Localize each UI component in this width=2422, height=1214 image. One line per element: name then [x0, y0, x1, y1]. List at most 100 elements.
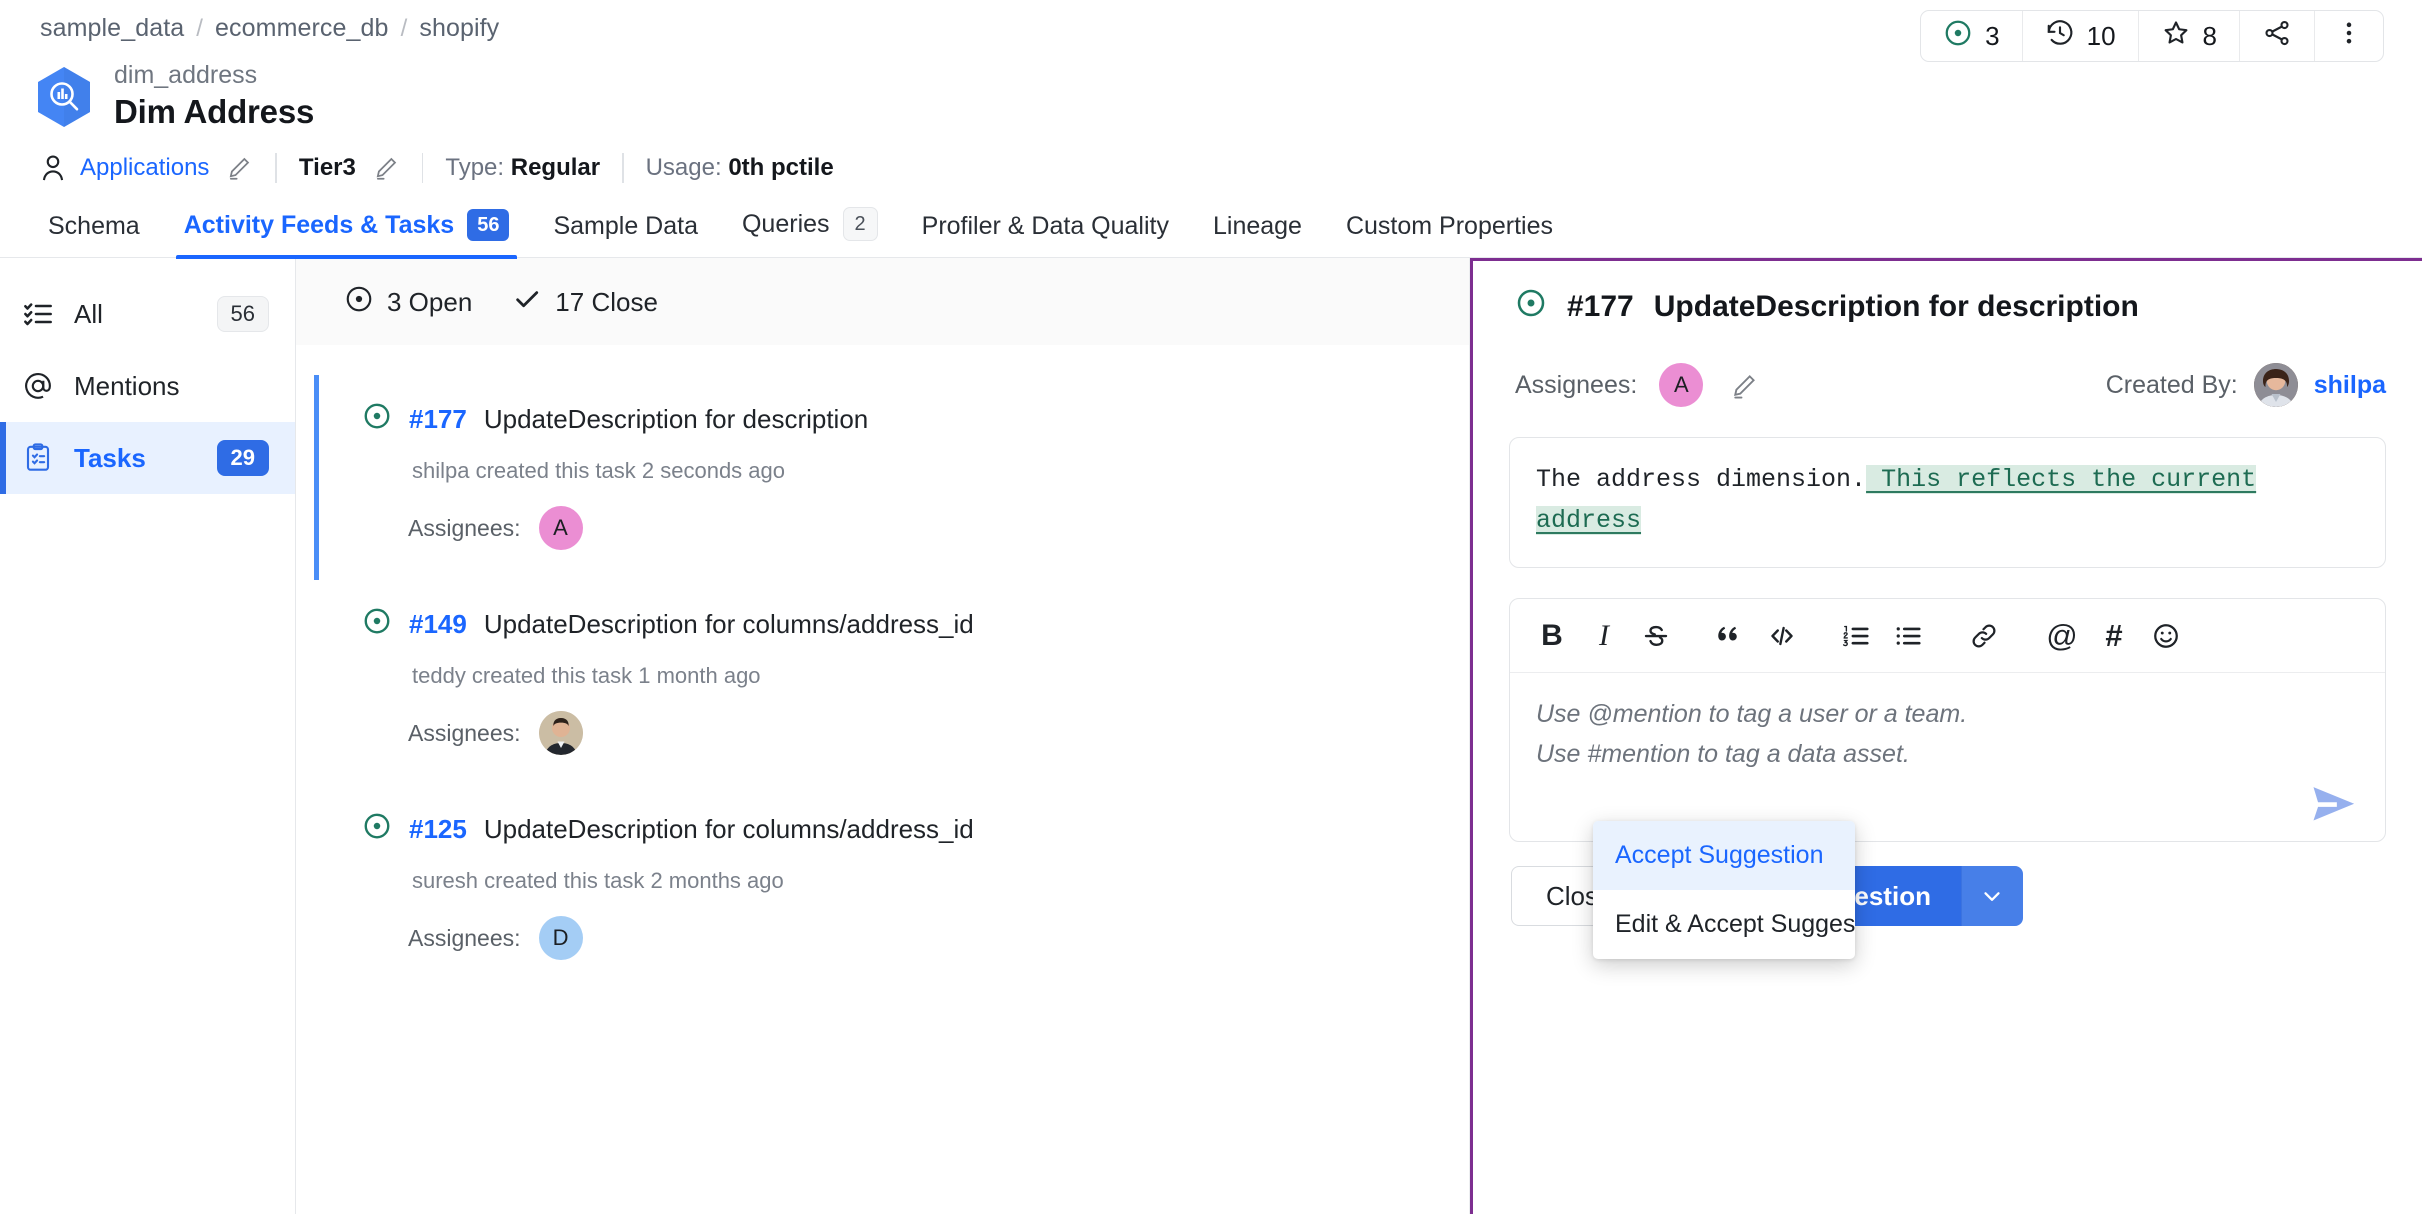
entity-fqn: dim_address [114, 61, 258, 89]
stars-count: 8 [2202, 20, 2217, 51]
mention-at-icon[interactable]: @ [2036, 610, 2088, 662]
avatar[interactable] [2253, 363, 2298, 408]
pencil-icon[interactable] [372, 154, 400, 182]
sidebar-item-tasks[interactable]: Tasks 29 [0, 422, 295, 495]
at-sign-icon [22, 370, 54, 402]
share-icon [2262, 18, 2292, 55]
open-task-icon [362, 606, 392, 643]
link-icon[interactable] [1958, 610, 2010, 662]
comment-editor: B I @ # Use @mention to tag a user or a … [1509, 598, 2386, 843]
divider [622, 153, 624, 184]
filter-close[interactable]: 17 Close [512, 284, 658, 321]
tab-queries[interactable]: Queries 2 [720, 207, 900, 257]
main-body: All 56 Mentions Tasks 29 3 Open 17 Close… [0, 258, 2422, 1214]
tab-sample-data[interactable]: Sample Data [531, 212, 720, 257]
tab-custom-properties[interactable]: Custom Properties [1324, 212, 1575, 257]
task-row[interactable]: #149 UpdateDescription for columns/addre… [296, 580, 1469, 785]
history-clock-icon [2045, 18, 2075, 55]
breadcrumb-separator: / [196, 14, 204, 42]
target-icon [344, 284, 374, 321]
task-list: #177 UpdateDescription for description s… [296, 345, 1469, 1214]
breadcrumb-item-0[interactable]: sample_data [40, 14, 184, 43]
task-title: UpdateDescription for description [483, 404, 869, 435]
filter-open[interactable]: 3 Open [344, 284, 472, 321]
task-row[interactable]: #125 UpdateDescription for columns/addre… [296, 785, 1469, 990]
tab-schema[interactable]: Schema [26, 212, 162, 257]
owner-link[interactable]: Applications [80, 154, 209, 182]
votes-button[interactable]: 3 [1921, 11, 2023, 61]
avatar[interactable]: D [538, 916, 583, 961]
stars-button[interactable]: 8 [2139, 11, 2240, 61]
clipboard-tasks-icon [22, 442, 54, 474]
italic-icon[interactable]: I [1578, 610, 1630, 662]
open-task-icon [362, 401, 392, 438]
task-id[interactable]: #177 [409, 404, 467, 435]
breadcrumb-item-1[interactable]: ecommerce_db [215, 14, 389, 43]
history-count: 10 [2086, 20, 2116, 51]
task-id[interactable]: #149 [409, 609, 467, 640]
checklist-icon [22, 298, 54, 330]
assignees-label: Assignees: [408, 514, 521, 541]
sidebar-item-count: 56 [216, 296, 269, 333]
tab-activity-feeds-and-tasks[interactable]: Activity Feeds & Tasks 56 [162, 209, 532, 259]
accept-suggestion-dropdown-menu: Accept Suggestion Edit & Accept Suggesti… [1593, 821, 1855, 960]
task-assignees: Assignees: A [362, 484, 1429, 551]
send-paper-plane-icon[interactable] [2311, 785, 2357, 823]
task-title-row: #125 UpdateDescription for columns/addre… [362, 811, 1429, 848]
assignees-label: Assignees: [1515, 370, 1638, 399]
tab-lineage[interactable]: Lineage [1191, 212, 1324, 257]
open-task-icon [362, 811, 392, 848]
avatar[interactable] [538, 711, 583, 756]
top-actions-group: 3 10 8 [1920, 10, 2384, 62]
menu-item-accept-suggestion[interactable]: Accept Suggestion [1593, 821, 1855, 891]
blockquote-icon[interactable] [1704, 610, 1756, 662]
avatar[interactable]: A [1659, 363, 1704, 408]
task-row[interactable]: #177 UpdateDescription for description s… [296, 375, 1469, 581]
ordered-list-icon[interactable] [1830, 610, 1882, 662]
description-existing: The address dimension. [1536, 465, 1867, 495]
strikethrough-icon[interactable] [1630, 610, 1682, 662]
code-block-icon[interactable] [1756, 610, 1808, 662]
top-bar: sample_data / ecommerce_db / shopify 3 1… [0, 0, 2422, 62]
chevron-down-icon[interactable] [1960, 866, 2023, 927]
created-by-user[interactable]: shilpa [2314, 371, 2386, 400]
votes-count: 3 [1985, 20, 2000, 51]
tier-value: Tier3 [298, 154, 356, 182]
activity-sidebar: All 56 Mentions Tasks 29 [0, 258, 296, 1214]
breadcrumb-item-2[interactable]: shopify [419, 14, 499, 43]
editor-placeholder-line1: Use @mention to tag a user or a team. [1536, 700, 1968, 729]
task-filters: 3 Open 17 Close [296, 258, 1469, 346]
pencil-icon[interactable] [225, 154, 253, 182]
task-id[interactable]: #125 [409, 814, 467, 845]
history-button[interactable]: 10 [2023, 11, 2139, 61]
menu-item-edit-and-accept-suggestion[interactable]: Edit & Accept Suggestion [1593, 890, 1855, 959]
pencil-icon[interactable] [1729, 371, 1757, 399]
kebab-menu-icon [2335, 19, 2363, 54]
comment-input-area[interactable]: Use @mention to tag a user or a team. Us… [1510, 673, 2385, 841]
tab-profiler-and-data-quality[interactable]: Profiler & Data Quality [900, 212, 1191, 257]
sidebar-item-label: Mentions [74, 370, 180, 401]
emoji-icon[interactable] [2140, 610, 2192, 662]
task-detail-panel: #177 UpdateDescription for description A… [1470, 258, 2422, 1214]
sidebar-item-mentions[interactable]: Mentions [0, 350, 295, 422]
task-meta: shilpa created this task 2 seconds ago [412, 458, 786, 484]
filter-close-label: 17 Close [555, 287, 658, 318]
created-by-label: Created By: [2105, 370, 2238, 399]
editor-placeholder-line2: Use #mention to tag a data asset. [1536, 739, 1910, 768]
user-icon [36, 151, 70, 185]
divider [421, 153, 424, 184]
sidebar-item-label: Tasks [74, 442, 146, 473]
bullet-list-icon[interactable] [1882, 610, 1934, 662]
bold-icon[interactable]: B [1526, 610, 1578, 662]
tab-bar: Schema Activity Feeds & Tasks 56 Sample … [0, 185, 2422, 259]
entity-meta-row: Applications Tier3 Type: Regular Usage: … [0, 133, 2422, 185]
task-assignees: Assignees: [362, 689, 1429, 756]
more-options-button[interactable] [2315, 11, 2383, 61]
sidebar-item-all[interactable]: All 56 [0, 278, 295, 350]
share-button[interactable] [2240, 11, 2315, 61]
task-title: UpdateDescription for columns/address_id [483, 609, 974, 640]
hashtag-icon[interactable]: # [2088, 610, 2140, 662]
avatar[interactable]: A [538, 506, 583, 551]
task-title-row: #177 UpdateDescription for description [362, 401, 1429, 438]
star-icon [2161, 18, 2191, 55]
